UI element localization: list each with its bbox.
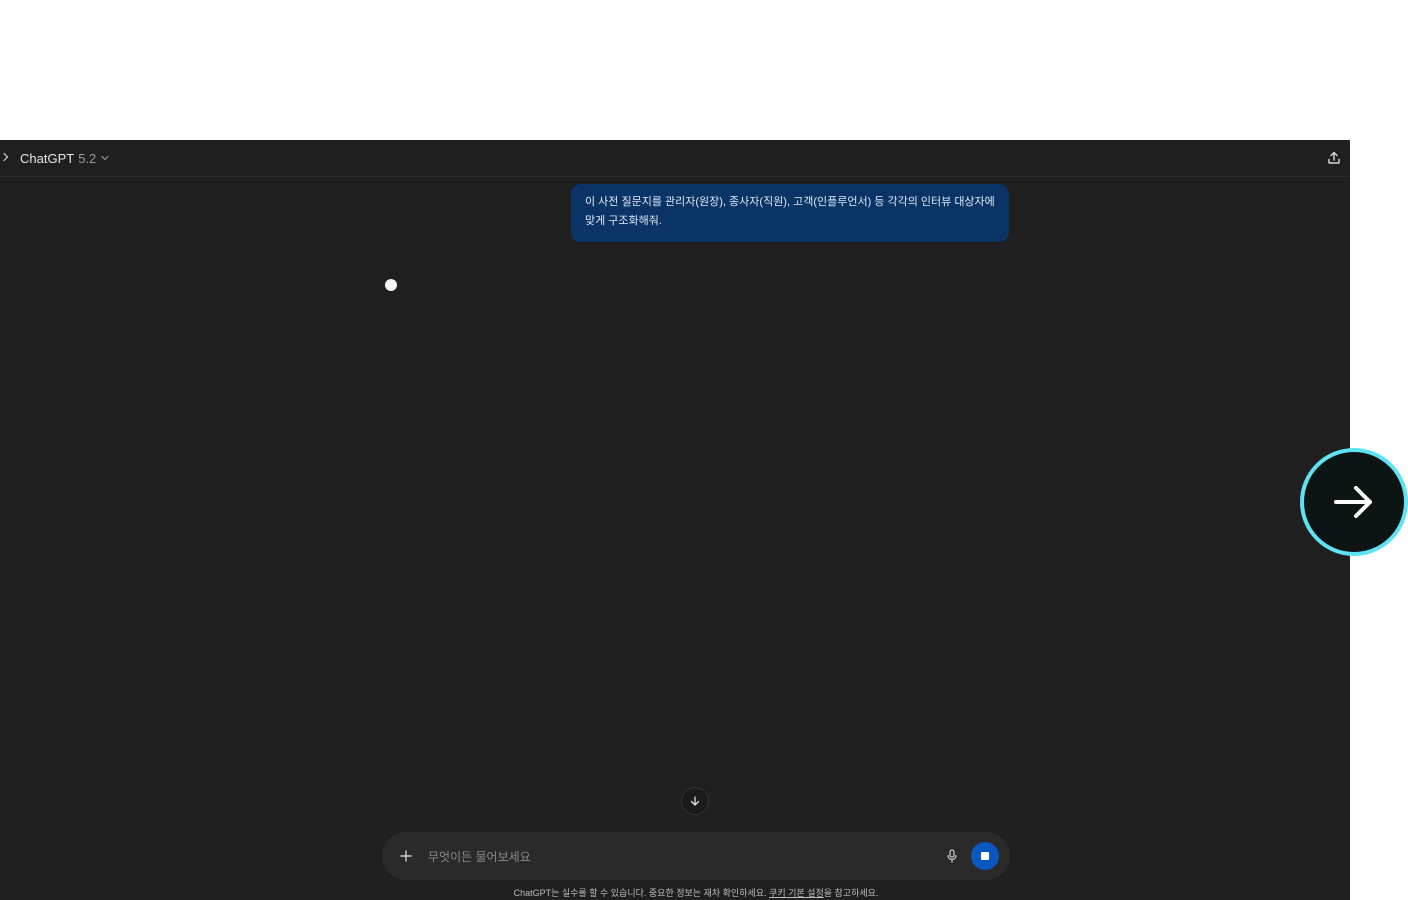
chat-app-window: ChatGPT 5.2 이 사전 질문지를 관리자(원장), 종사자(직원), … [0,140,1350,900]
disclaimer-text-suffix: 을 참고하세요. [823,888,879,898]
message-composer [382,832,1010,880]
disclaimer-text: ChatGPT는 실수를 할 수 있습니다. 중요한 정보는 재차 확인하세요. [513,888,770,898]
model-selector[interactable]: ChatGPT 5.2 [20,148,110,168]
stop-icon [981,852,989,860]
page: ChatGPT 5.2 이 사전 질문지를 관리자(원장), 종사자(직원), … [0,0,1408,900]
share-button[interactable] [1324,148,1344,168]
arrow-right-icon [1334,486,1372,518]
stop-generating-button[interactable] [971,842,999,870]
prompt-input[interactable] [426,844,930,870]
user-message-bubble: 이 사전 질문지를 관리자(원장), 종사자(직원), 고객(인플루언서) 등 … [571,184,1009,242]
attach-button[interactable] [396,846,416,866]
chevron-down-icon [101,155,109,161]
chevron-right-icon [3,152,9,162]
share-icon [1328,151,1340,164]
plus-icon [400,850,412,862]
disclaimer: ChatGPT는 실수를 할 수 있습니다. 중요한 정보는 재차 확인하세요.… [0,886,1350,899]
model-version: 5.2 [78,150,97,166]
voice-input-button[interactable] [942,846,962,866]
sidebar-toggle-button[interactable] [0,148,12,166]
next-arrow-button[interactable] [1300,448,1408,556]
arrow-down-icon [690,796,700,806]
model-name: ChatGPT [20,150,75,166]
scroll-to-bottom-button[interactable] [681,787,709,815]
assistant-thinking-indicator [385,279,397,291]
top-bar: ChatGPT 5.2 [0,140,1350,177]
microphone-icon [947,849,957,863]
cookie-settings-link[interactable]: 쿠키 기본 설정 [769,888,824,898]
